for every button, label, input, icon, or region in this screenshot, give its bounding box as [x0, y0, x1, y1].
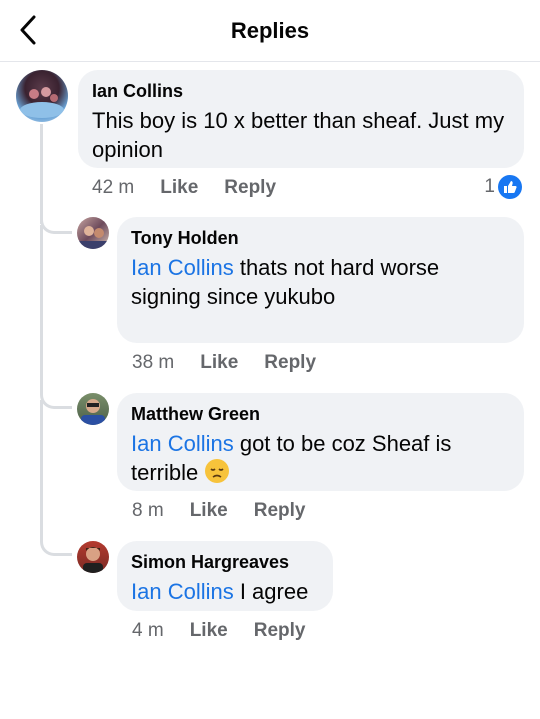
mention-link[interactable]: Ian Collins: [131, 579, 234, 604]
comment-author[interactable]: Simon Hargreaves: [131, 550, 319, 574]
reply-button[interactable]: Reply: [264, 352, 316, 374]
reaction-summary[interactable]: 1: [484, 175, 522, 199]
like-button[interactable]: Like: [200, 352, 238, 374]
thread-connector: [40, 225, 72, 409]
page-title: Replies: [230, 18, 310, 43]
reply-button[interactable]: Reply: [254, 500, 306, 522]
mention-link[interactable]: Ian Collins: [131, 255, 234, 280]
reply-bubble[interactable]: Matthew Green Ian Collins got to be coz …: [117, 393, 524, 491]
avatar[interactable]: [16, 70, 68, 122]
comment-author[interactable]: Tony Holden: [131, 226, 510, 250]
reply-button[interactable]: Reply: [254, 620, 306, 642]
comment-author[interactable]: Ian Collins: [92, 79, 510, 103]
avatar[interactable]: [77, 393, 109, 425]
comment-actions: 38 m Like Reply: [132, 352, 316, 374]
comment-time: 42 m: [92, 177, 135, 198]
comment-text: Ian Collins thats not hard worse signing…: [131, 255, 440, 309]
reply-button[interactable]: Reply: [224, 177, 276, 199]
reply-bubble[interactable]: Tony Holden Ian Collins thats not hard w…: [117, 217, 524, 343]
like-button[interactable]: Like: [160, 177, 198, 199]
top-bar: Replies: [0, 0, 540, 62]
comment-author[interactable]: Matthew Green: [131, 402, 510, 426]
reply-bubble[interactable]: Simon Hargreaves Ian Collins I agree: [117, 541, 333, 611]
comment-time: 8 m: [132, 500, 164, 521]
comment-actions: 8 m Like Reply: [132, 500, 305, 522]
comment-text: Ian Collins I agree: [131, 579, 309, 604]
thumbs-up-icon: [498, 175, 522, 199]
reaction-count: 1: [484, 176, 495, 197]
comment-bubble[interactable]: Ian Collins This boy is 10 x better than…: [78, 70, 524, 168]
comment-time: 4 m: [132, 620, 164, 641]
mention-link[interactable]: Ian Collins: [131, 431, 234, 456]
comment-text: Ian Collins got to be coz Sheaf is terri…: [131, 431, 452, 485]
comment-text: This boy is 10 x better than sheaf. Just…: [92, 108, 505, 162]
comment-time: 38 m: [132, 352, 175, 373]
disappointed-face-emoji-icon: [204, 458, 230, 484]
avatar[interactable]: [77, 541, 109, 573]
comment-actions: 4 m Like Reply: [132, 620, 305, 642]
comment-actions: 42 m Like Reply: [92, 177, 276, 199]
avatar[interactable]: [77, 217, 109, 249]
like-button[interactable]: Like: [190, 500, 228, 522]
thread-connector: [40, 400, 72, 556]
like-button[interactable]: Like: [190, 620, 228, 642]
